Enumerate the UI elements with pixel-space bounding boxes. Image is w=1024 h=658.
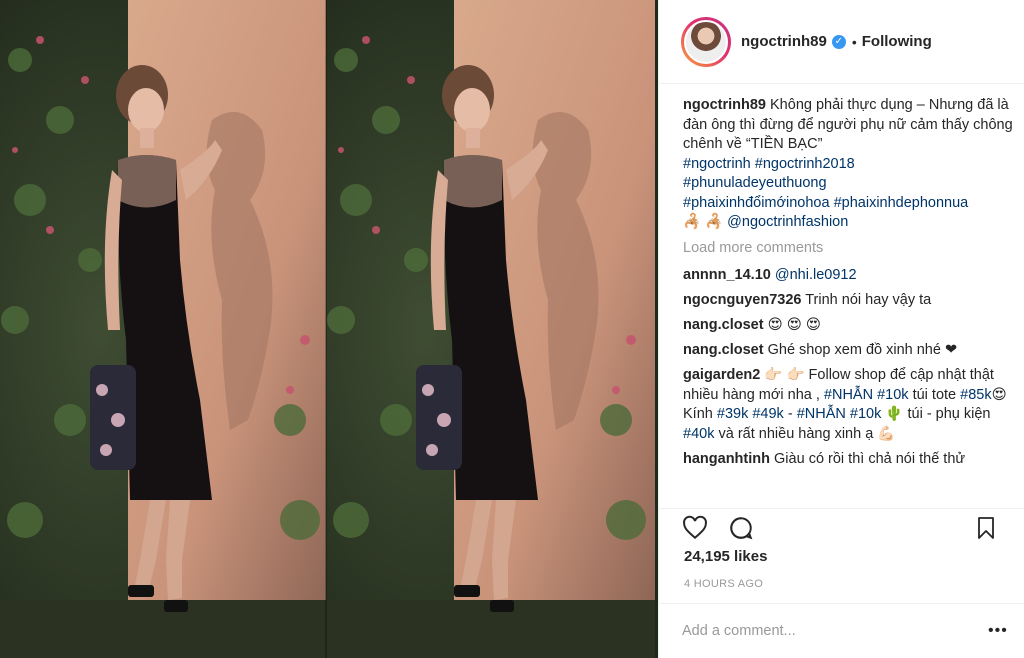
avatar[interactable]	[684, 19, 728, 64]
mention-link[interactable]: @ngoctrinhfashion	[727, 214, 848, 230]
following-button[interactable]: Following	[862, 33, 932, 50]
hashtag-link[interactable]: #NHẪN	[797, 406, 846, 422]
action-bar	[658, 508, 1024, 548]
fashion-photo-duplicate	[326, 0, 655, 658]
hashtag-link[interactable]: #39k	[717, 406, 748, 422]
comment-item: gaigarden2 👉🏻 👉🏻 Follow shop để cập nhật…	[683, 366, 1013, 444]
comment-button[interactable]	[728, 515, 754, 546]
comment-text: -	[787, 406, 793, 422]
comment-text: và rất nhiều hàng xinh ạ 💪🏻	[718, 425, 896, 442]
hashtag-link[interactable]: #40k	[683, 426, 714, 442]
hashtag-link[interactable]: #ngoctrinh2018	[755, 156, 855, 172]
more-options-icon[interactable]: •••	[988, 622, 1008, 640]
comment-text: Giàu có rồi thì chả nói thế thử	[774, 450, 966, 467]
avatar-story-ring[interactable]	[681, 16, 731, 67]
hashtag-link[interactable]: #85k	[960, 387, 991, 403]
photo-panel-right	[326, 0, 655, 658]
post-header: ngoctrinh89 ✓ • Following	[659, 0, 1024, 84]
bookmark-outline-icon	[978, 517, 994, 539]
hashtag-link[interactable]: #NHẪN	[824, 387, 873, 403]
comment-item: annnn_14.10 @nhi.le0912	[683, 266, 1013, 286]
likes-count[interactable]: 24,195 likes	[684, 548, 767, 565]
hashtag-link[interactable]: #phaixinhđổimớinohoa	[683, 195, 830, 211]
comment-username[interactable]: hanganhtinh	[683, 451, 770, 467]
hashtag-link[interactable]: #ngoctrinh	[683, 156, 751, 172]
fashion-photo	[0, 0, 329, 658]
post-photo[interactable]	[0, 0, 658, 658]
load-more-comments-link[interactable]: Load more comments	[683, 239, 1013, 259]
comment-item: nang.closet Ghé shop xem đồ xinh nhé ❤	[683, 341, 1013, 361]
caption-emoji: 🦂 🦂	[683, 214, 724, 230]
comment-text: 🌵 túi - phụ kiện	[885, 406, 991, 422]
heart-outline-icon	[683, 515, 707, 540]
hashtag-link[interactable]: #phaixinhdephonnua	[834, 195, 969, 211]
hashtag-link[interactable]: #10k	[877, 387, 908, 403]
photo-divider	[325, 0, 327, 658]
verified-badge-icon: ✓	[831, 34, 846, 49]
comment-text: Ghé shop xem đồ xinh nhé ❤	[767, 342, 958, 358]
hashtag-link[interactable]: #phunuladeyeuthuong	[683, 175, 827, 191]
save-button[interactable]	[974, 515, 998, 546]
comment-username[interactable]: nang.closet	[683, 317, 764, 333]
speech-bubble-icon	[730, 517, 753, 540]
comment-text: túi tote	[912, 386, 957, 403]
comment-item: ngocnguyen7326 Trinh nói hay vậy ta	[683, 291, 1013, 311]
caption-username[interactable]: ngoctrinh89	[683, 97, 766, 113]
hashtag-link[interactable]: #49k	[752, 406, 783, 422]
comment-username[interactable]: nang.closet	[683, 342, 764, 358]
comment-username[interactable]: gaigarden2	[683, 367, 760, 383]
post-caption: ngoctrinh89 Không phải thực dụng – Nhưng…	[683, 96, 1013, 233]
header-separator: •	[851, 33, 857, 50]
hashtag-link[interactable]: #10k	[850, 406, 881, 422]
comment-text: Trinh nói hay vậy ta	[805, 292, 932, 308]
like-button[interactable]	[682, 515, 708, 546]
comment-username[interactable]: ngocnguyen7326	[683, 292, 801, 308]
post-timestamp[interactable]: 4 HOURS AGO	[684, 578, 763, 590]
comment-username[interactable]: annnn_14.10	[683, 267, 771, 283]
add-comment-bar: •••	[658, 603, 1024, 658]
header-username[interactable]: ngoctrinh89	[741, 33, 827, 50]
comment-item: hanganhtinh Giàu có rồi thì chả nói thế …	[683, 450, 1013, 470]
comment-item: nang.closet 😍 😍 😍	[683, 316, 1013, 336]
comment-list: ngoctrinh89 Không phải thực dụng – Nhưng…	[683, 96, 1013, 475]
comment-text: 😍 😍 😍	[767, 317, 822, 333]
photo-panel-left	[0, 0, 329, 658]
mention-link[interactable]: @nhi.le0912	[775, 267, 857, 283]
comment-input[interactable]	[682, 619, 972, 643]
